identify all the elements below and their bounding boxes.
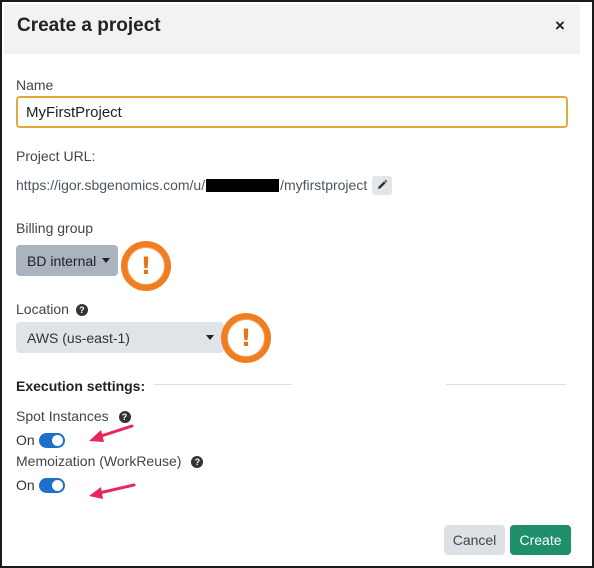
billing-group-value: BD internal [27,252,97,269]
memoization-toggle[interactable] [38,477,65,493]
execution-settings-title: Execution settings: [16,378,146,394]
project-url-prefix: https://igor.sbgenomics.com/u/ [16,177,206,193]
redacted-username [206,178,280,192]
caret-down-icon [102,258,111,263]
spot-instances-toggle-row: On [16,432,65,448]
memoization-toggle-row: On [16,477,65,493]
toggle-knob [51,479,63,491]
annotation-arrow-icon [89,483,136,499]
annotation-arrow-icon [89,424,134,442]
toggle-knob [51,434,63,446]
warning-badge-billing: ! [121,241,171,291]
help-icon[interactable]: ? [75,304,88,317]
location-value: AWS (us-east-1) [27,329,130,346]
location-label: Location [16,301,69,317]
spot-instances-state: On [16,432,35,448]
memoization-label-row: Memoization (WorkReuse) ? [16,453,204,469]
close-icon[interactable]: × [555,16,565,36]
create-button[interactable]: Create [510,525,571,555]
billing-group-dropdown[interactable]: BD internal [16,245,118,276]
exclamation-icon: ! [227,319,265,357]
section-divider [154,384,292,385]
name-label: Name [16,77,54,93]
memoization-state: On [16,477,35,493]
warning-badge-location: ! [221,313,271,363]
help-icon[interactable]: ? [191,456,204,469]
caret-down-icon [206,335,214,340]
location-dropdown[interactable]: AWS (us-east-1) [16,322,224,353]
exclamation-icon: ! [127,247,165,285]
pencil-icon [378,179,388,189]
create-project-dialog: Create a project × Name Project URL: htt… [0,0,594,568]
section-divider [446,384,566,385]
dialog-header: Create a project × [4,4,580,54]
project-url: https://igor.sbgenomics.com/u/ /myfirstp… [16,174,393,196]
spot-instances-toggle[interactable] [38,432,65,448]
dialog-title: Create a project [17,15,161,36]
cancel-button[interactable]: Cancel [444,525,505,555]
billing-group-label: Billing group [16,220,94,236]
edit-url-button[interactable] [372,175,393,195]
project-url-suffix: /myfirstproject [280,177,368,193]
project-url-label: Project URL: [16,148,96,164]
memoization-label: Memoization (WorkReuse) [16,453,182,469]
project-name-input[interactable] [16,96,568,128]
location-label-row: Location ? [16,301,88,317]
